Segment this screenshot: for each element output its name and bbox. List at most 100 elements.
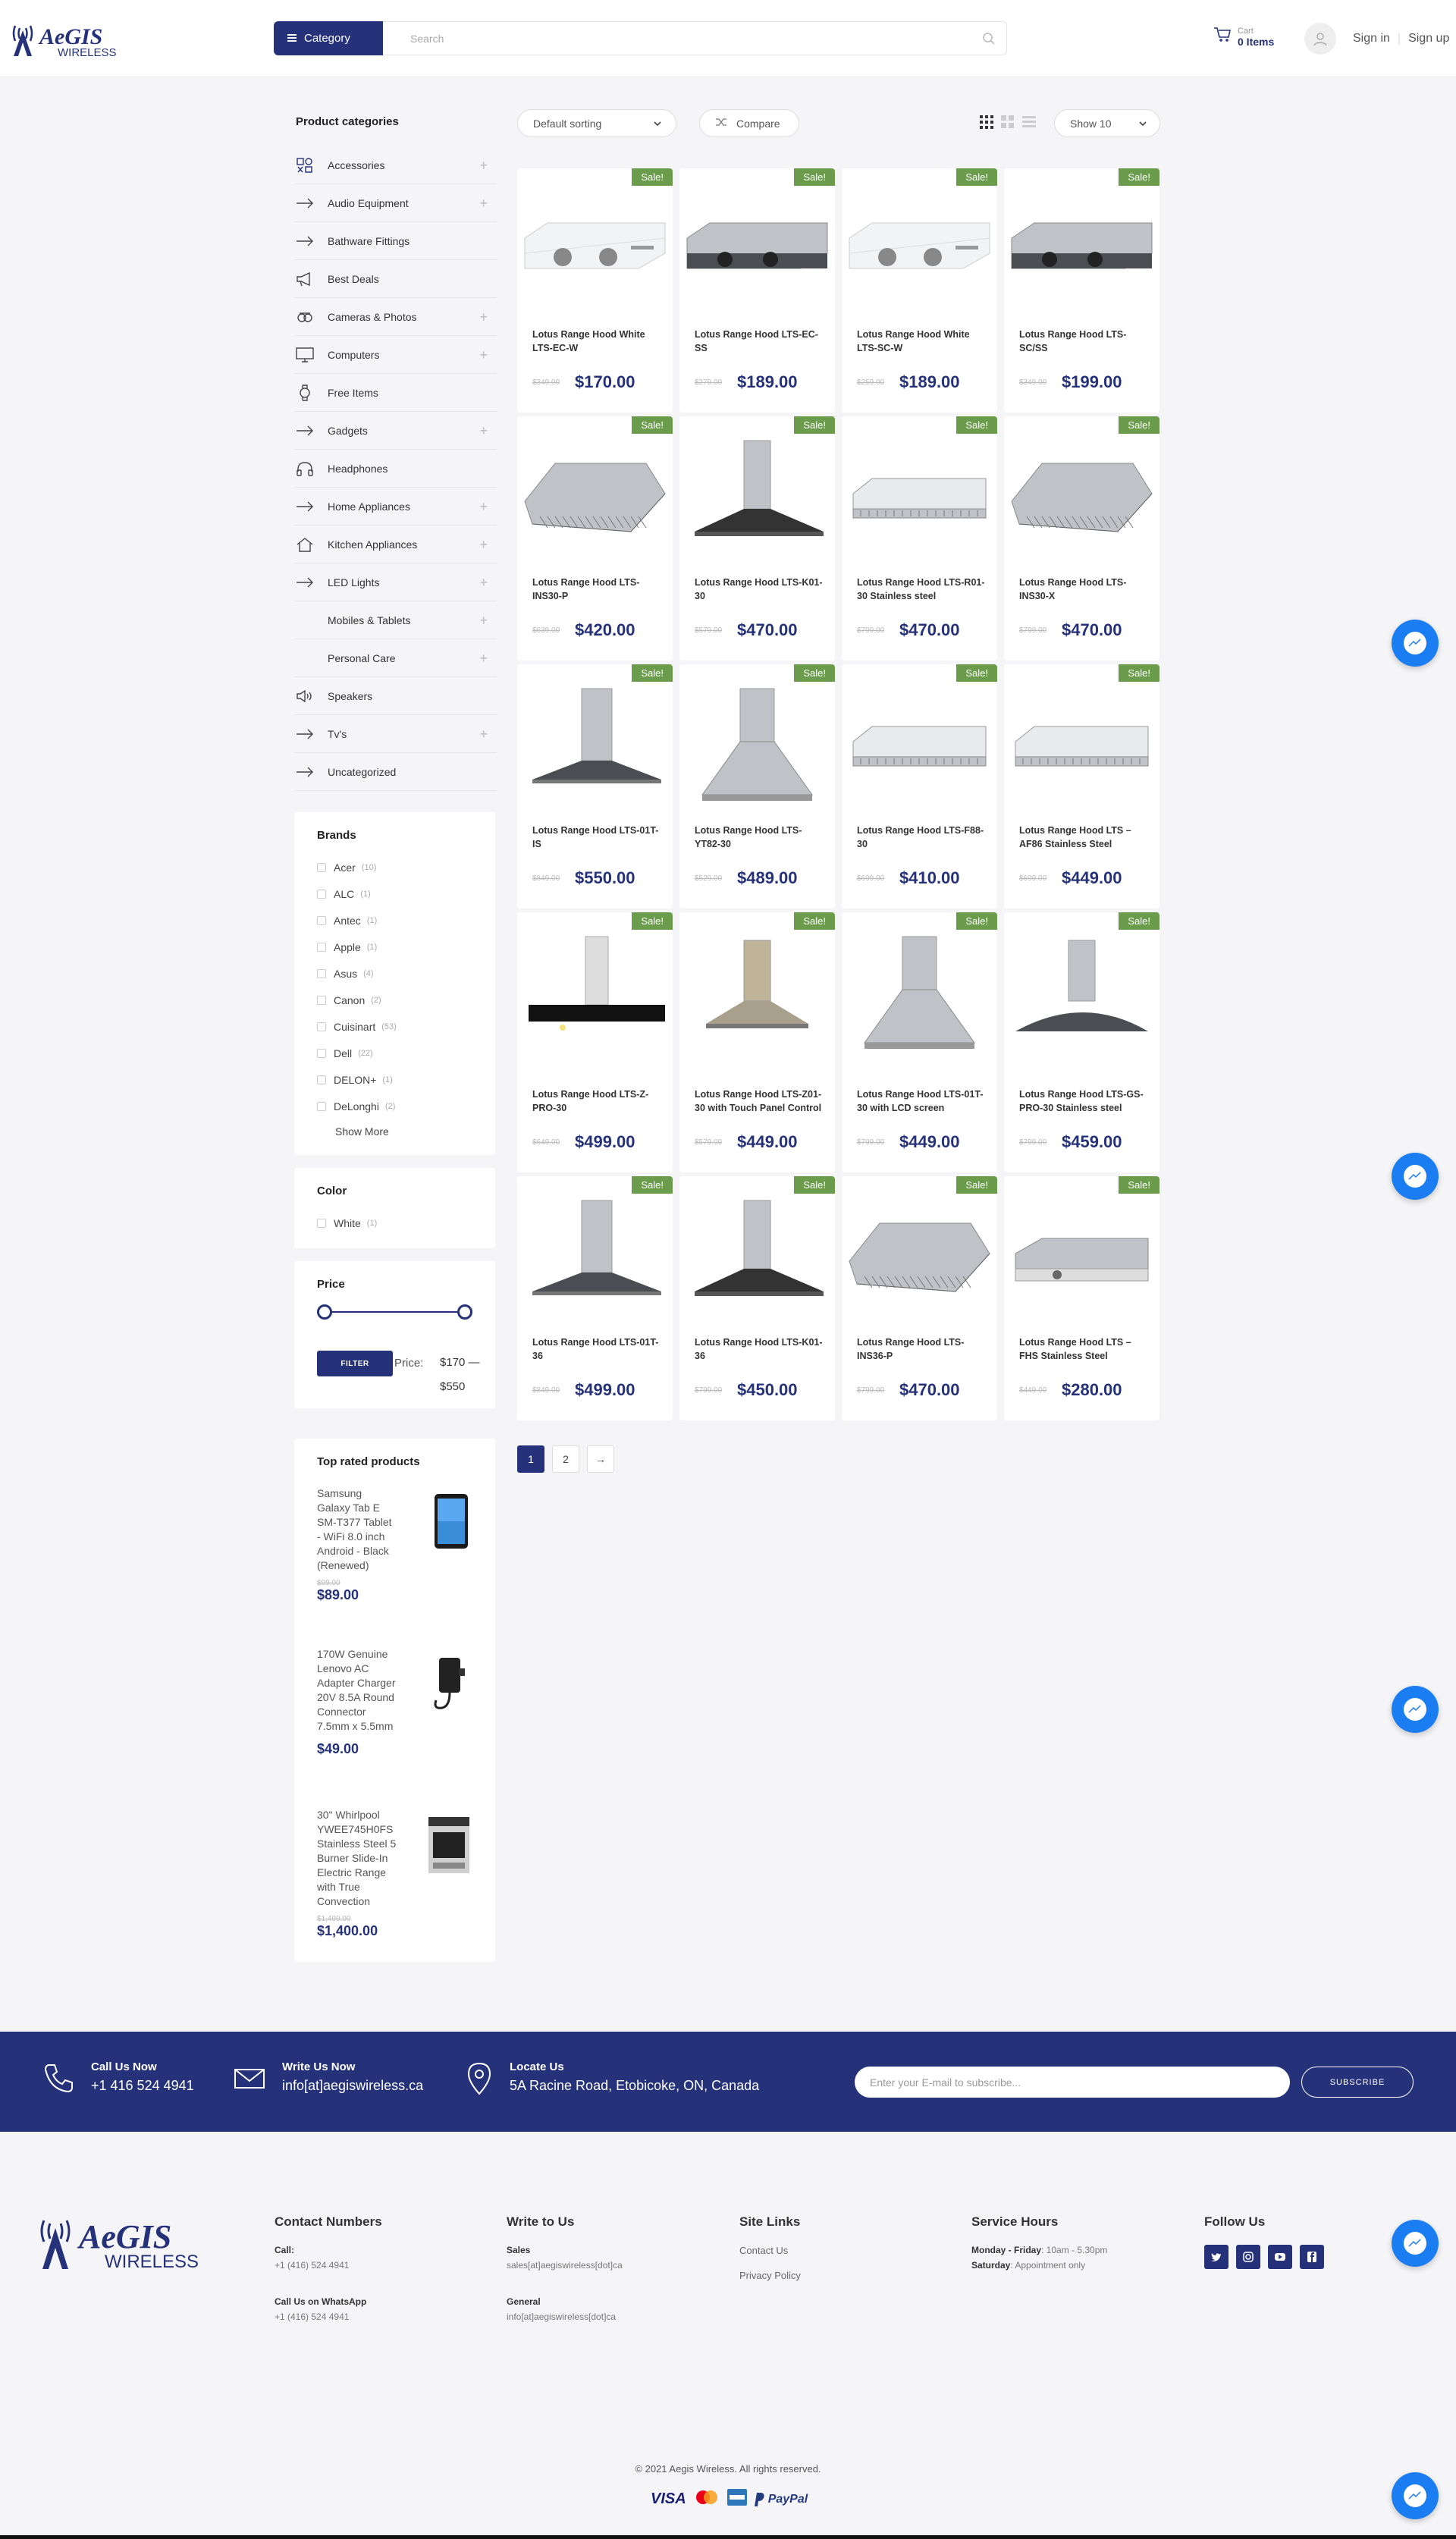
product-name[interactable]: Lotus Range Hood White LTS-SC-W — [857, 328, 986, 355]
product-image[interactable] — [1004, 929, 1159, 1066]
whatsapp-number[interactable]: +1 (416) 524 4941 — [275, 2311, 382, 2322]
range-stove-image[interactable] — [419, 1808, 472, 1876]
sidebar-item-kitchen-appliances[interactable]: Kitchen Appliances + — [294, 526, 497, 563]
sidebar-item-mobiles-tablets[interactable]: Mobiles & Tablets + — [294, 601, 497, 639]
checkbox[interactable] — [317, 1022, 326, 1031]
product-name[interactable]: 30" Whirlpool YWEE745H0FS Stainless Stee… — [317, 1808, 397, 1909]
product-image[interactable] — [517, 185, 673, 322]
product-card[interactable]: Sale! Lotus Range Hood LTS-Z01-30 with To… — [679, 912, 835, 1172]
product-image[interactable] — [842, 681, 997, 818]
brand-option[interactable]: Antec (1) — [317, 907, 472, 934]
product-image[interactable] — [842, 1193, 997, 1329]
product-card[interactable]: Sale! Lotus Range Hood LTS-01T-IS $849.00 $… — [517, 664, 673, 909]
product-image[interactable] — [679, 433, 835, 570]
slider-min-handle[interactable] — [317, 1304, 332, 1320]
product-name[interactable]: Lotus Range Hood LTS – AF86 Stainless St… — [1019, 824, 1148, 851]
call-block[interactable]: Call Us Now +1 416 524 4941 — [41, 2060, 194, 2099]
product-image[interactable] — [679, 681, 835, 818]
category-label[interactable]: Gadgets — [328, 425, 368, 437]
brand-option[interactable]: DeLonghi (2) — [317, 1093, 472, 1119]
expand-plus-icon[interactable]: + — [479, 196, 488, 210]
category-label[interactable]: Uncategorized — [328, 766, 396, 778]
sidebar-item-accessories[interactable]: Accessories + — [294, 146, 497, 184]
filter-button[interactable]: FILTER — [317, 1351, 393, 1376]
sidebar-item-headphones[interactable]: Headphones — [294, 450, 497, 488]
category-label[interactable]: Mobiles & Tablets — [328, 614, 410, 626]
expand-plus-icon[interactable]: + — [479, 651, 488, 665]
call-number[interactable]: +1 (416) 524 4941 — [275, 2260, 382, 2271]
product-card[interactable]: Sale! Lotus Range Hood LTS-01T-30 with LC… — [842, 912, 997, 1172]
product-name[interactable]: Lotus Range Hood White LTS-EC-W — [532, 328, 661, 355]
tablet-image[interactable] — [419, 1486, 472, 1555]
checkbox[interactable] — [317, 889, 326, 899]
product-name[interactable]: Lotus Range Hood LTS-INS30-X — [1019, 576, 1148, 603]
sidebar-item-uncategorized[interactable]: Uncategorized — [294, 753, 497, 791]
price-slider[interactable] — [317, 1304, 472, 1320]
category-label[interactable]: Computers — [328, 349, 379, 361]
contact-us-link[interactable]: Contact Us — [739, 2245, 801, 2256]
twitter-icon[interactable] — [1204, 2245, 1228, 2269]
product-name[interactable]: Samsung Galaxy Tab E SM-T377 Tablet - Wi… — [317, 1486, 397, 1573]
category-label[interactable]: Headphones — [328, 463, 388, 475]
checkbox[interactable] — [317, 1075, 326, 1084]
top-rated-item[interactable]: 170W Genuine Lenovo AC Adapter Charger 2… — [317, 1647, 472, 1808]
product-image[interactable] — [517, 1193, 673, 1329]
product-name[interactable]: 170W Genuine Lenovo AC Adapter Charger 2… — [317, 1647, 397, 1734]
product-card[interactable]: Sale! Lotus Range Hood LTS-EC-SS $279.00 $1… — [679, 168, 835, 413]
list-view-icon[interactable] — [1022, 115, 1036, 133]
messenger-icon[interactable] — [1392, 1686, 1439, 1733]
brand-option[interactable]: ALC (1) — [317, 880, 472, 907]
category-button[interactable]: Category — [274, 21, 383, 55]
product-image[interactable] — [1004, 681, 1159, 818]
category-label[interactable]: Free Items — [328, 387, 378, 399]
brand-option[interactable]: Acer (10) — [317, 854, 472, 880]
product-image[interactable] — [1004, 433, 1159, 570]
signin-link[interactable]: Sign in — [1353, 32, 1390, 46]
sidebar-item-free-items[interactable]: Free Items — [294, 374, 497, 412]
privacy-policy-link[interactable]: Privacy Policy — [739, 2270, 801, 2281]
product-card[interactable]: Sale! Lotus Range Hood LTS-K01-30 $579.00 $… — [679, 416, 835, 661]
top-rated-item[interactable]: 30" Whirlpool YWEE745H0FS Stainless Stee… — [317, 1808, 472, 1969]
checkbox[interactable] — [317, 942, 326, 952]
category-label[interactable]: Kitchen Appliances — [328, 538, 417, 551]
product-image[interactable] — [842, 433, 997, 570]
category-label[interactable]: LED Lights — [328, 576, 379, 588]
grid-view-icon[interactable] — [980, 115, 993, 133]
checkbox[interactable] — [317, 1048, 326, 1058]
product-name[interactable]: Lotus Range Hood LTS-K01-30 — [695, 576, 824, 603]
product-image[interactable] — [842, 185, 997, 322]
facebook-icon[interactable] — [1300, 2245, 1324, 2269]
checkbox[interactable] — [317, 862, 326, 872]
next-page-button[interactable]: → — [587, 1445, 614, 1473]
write-block[interactable]: Write Us Now info[at]aegiswireless.ca — [232, 2060, 423, 2099]
checkbox[interactable] — [317, 915, 326, 925]
grid-small-view-icon[interactable] — [1001, 115, 1015, 133]
product-image[interactable] — [517, 929, 673, 1066]
page-2-button[interactable]: 2 — [552, 1445, 579, 1473]
sidebar-item-computers[interactable]: Computers + — [294, 336, 497, 374]
sidebar-item-speakers[interactable]: Speakers — [294, 677, 497, 715]
sidebar-item-personal-care[interactable]: Personal Care + — [294, 639, 497, 677]
sort-dropdown[interactable]: Default sorting — [517, 109, 676, 137]
sidebar-item-tv-s[interactable]: Tv's + — [294, 715, 497, 753]
sidebar-item-audio-equipment[interactable]: Audio Equipment + — [294, 184, 497, 222]
brand-option[interactable]: Dell (22) — [317, 1040, 472, 1066]
top-rated-item[interactable]: Samsung Galaxy Tab E SM-T377 Tablet - Wi… — [317, 1486, 472, 1647]
messenger-icon[interactable] — [1392, 2220, 1439, 2267]
product-name[interactable]: Lotus Range Hood LTS-01T-IS — [532, 824, 661, 851]
sidebar-item-home-appliances[interactable]: Home Appliances + — [294, 488, 497, 526]
category-label[interactable]: Personal Care — [328, 652, 396, 664]
product-name[interactable]: Lotus Range Hood LTS-Z-PRO-30 — [532, 1087, 661, 1115]
brand-option[interactable]: DELON+ (1) — [317, 1066, 472, 1093]
product-image[interactable] — [517, 681, 673, 818]
sidebar-item-best-deals[interactable]: Best Deals — [294, 260, 497, 298]
product-name[interactable]: Lotus Range Hood LTS-YT82-30 — [695, 824, 824, 851]
expand-plus-icon[interactable]: + — [479, 310, 488, 324]
category-label[interactable]: Cameras & Photos — [328, 311, 417, 323]
brand-option[interactable]: Cuisinart (53) — [317, 1013, 472, 1040]
user-icon[interactable] — [1304, 23, 1336, 55]
brand-option[interactable]: Apple (1) — [317, 934, 472, 960]
product-image[interactable] — [679, 1193, 835, 1329]
product-name[interactable]: Lotus Range Hood LTS-Z01-30 with Touch P… — [695, 1087, 824, 1115]
product-card[interactable]: Sale! Lotus Range Hood LTS-SC/SS $349.00 $1… — [1004, 168, 1159, 413]
